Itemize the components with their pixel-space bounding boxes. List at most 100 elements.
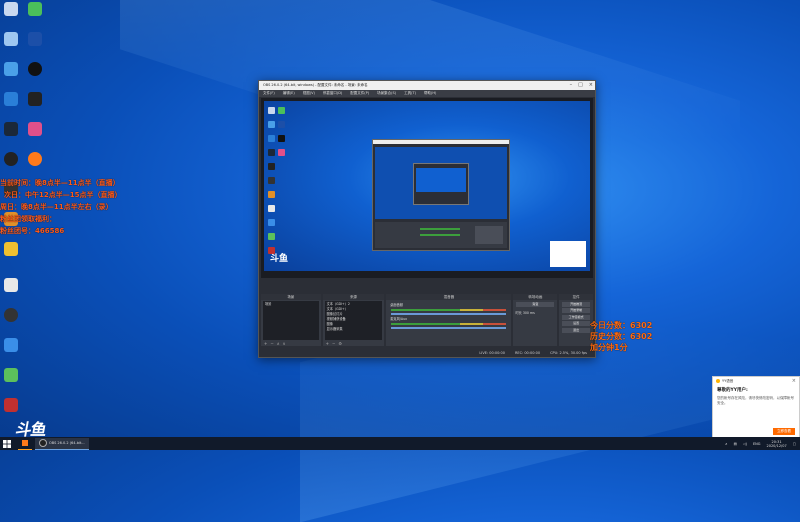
menu-tools[interactable]: 工具(T) xyxy=(404,91,416,96)
desktop-icon[interactable] xyxy=(0,338,22,366)
taskbar-app-label: OBS 26.0.2 (64-bit... xyxy=(49,441,85,445)
preview-desktop: 斗鱼 xyxy=(264,101,590,271)
exit-button[interactable]: 退出 xyxy=(562,327,591,333)
desktop-icon[interactable] xyxy=(24,92,46,120)
desktop-icon[interactable] xyxy=(24,32,46,60)
menu-file[interactable]: 文件(F) xyxy=(263,91,275,96)
preview-icon xyxy=(268,107,275,114)
minimize-icon[interactable]: – xyxy=(570,82,573,88)
desktop-icon[interactable] xyxy=(0,278,22,306)
sources-list[interactable]: 文本（GDI+）2 文本（GDI+） 图像幻灯片 视频捕获设备 图像 显示器采集 xyxy=(324,301,383,340)
menu-view[interactable]: 视图(V) xyxy=(303,91,315,96)
view-now-button[interactable]: 立即查看 xyxy=(773,428,795,435)
remove-icon[interactable]: − xyxy=(270,341,273,346)
volume-slider[interactable] xyxy=(391,313,507,315)
scenes-dock: 场景 场景 + − ∧ ∨ xyxy=(261,294,321,346)
duration-input[interactable]: 300 ms xyxy=(523,311,535,315)
desktop-icon[interactable] xyxy=(24,152,46,180)
desktop-icon[interactable] xyxy=(0,122,22,150)
cpu-status: CPU: 2.5%, 30.00 fps xyxy=(550,350,587,355)
desktop-icon[interactable] xyxy=(0,92,22,120)
preview-icon xyxy=(268,219,275,226)
bonus-text: 加分钟1分 xyxy=(590,343,628,352)
close-icon[interactable]: × xyxy=(589,82,593,88)
app-icon xyxy=(4,368,18,382)
preview-icon xyxy=(278,121,285,128)
studio-mode-button[interactable]: 工作室模式 xyxy=(562,314,591,320)
up-icon[interactable]: ∧ xyxy=(277,341,280,346)
volume-slider[interactable] xyxy=(391,327,507,329)
chevron-up-icon[interactable]: ∧ xyxy=(725,442,728,446)
desktop-icon[interactable] xyxy=(0,368,22,396)
app-icon xyxy=(4,32,18,46)
close-icon[interactable]: × xyxy=(792,378,796,384)
desktop-icon[interactable] xyxy=(0,152,22,180)
desktop-icon[interactable] xyxy=(24,122,46,150)
notification-icon[interactable]: ▢ xyxy=(793,442,796,446)
nested-preview-2 xyxy=(416,168,466,192)
obs-window[interactable]: OBS 26.0.2 (64-bit, windows) - 配置文件: 未命名… xyxy=(258,80,596,358)
desktop-icon[interactable] xyxy=(0,62,22,90)
volume-meter xyxy=(391,323,507,325)
desktop-icon[interactable] xyxy=(0,32,22,60)
source-item[interactable]: 显示器采集 xyxy=(325,326,383,331)
desktop-icon[interactable] xyxy=(24,2,46,30)
schedule-text-1: 当前时间：晚8点半—11点半（直播） xyxy=(0,179,120,187)
language-indicator[interactable]: ENG xyxy=(753,442,761,446)
preview-icon xyxy=(268,205,275,212)
network-icon[interactable]: ▤ xyxy=(734,442,737,446)
desktop-icon[interactable] xyxy=(0,2,22,30)
menu-docks[interactable]: 停靠窗口(D) xyxy=(323,91,342,96)
preview-icon xyxy=(278,149,285,156)
preview-icon xyxy=(268,191,275,198)
volume-icon[interactable]: ◁) xyxy=(743,442,747,446)
popup-title: 尊敬的YY用户: xyxy=(717,388,748,393)
obs-menu-bar: 文件(F) 编辑(E) 视图(V) 停靠窗口(D) 配置文件(P) 场景集合(S… xyxy=(259,90,595,97)
obs-title-bar[interactable]: OBS 26.0.2 (64-bit, windows) - 配置文件: 未命名… xyxy=(259,81,595,90)
menu-scene-collection[interactable]: 场景集合(S) xyxy=(377,91,396,96)
notification-popup[interactable]: YY语音 × 尊敬的YY用户: 您的帐号存在风险，请尽快修改密码，以保障帐号安全… xyxy=(712,376,800,440)
remove-icon[interactable]: − xyxy=(332,341,335,346)
desktop-icon[interactable] xyxy=(24,62,46,90)
start-recording-button[interactable]: 开始录制 xyxy=(562,308,591,313)
desktop-icon[interactable] xyxy=(0,242,22,270)
app-icon xyxy=(4,2,18,16)
clock[interactable]: 20:31 2020/12/07 xyxy=(767,440,787,448)
app-icon xyxy=(28,122,42,136)
app-icon xyxy=(4,338,18,352)
scene-item[interactable]: 场景 xyxy=(263,301,319,306)
obs-status-bar: LIVE: 00:00:00 REC: 00:00:00 CPU: 2.5%, … xyxy=(259,348,595,357)
preview-logo: 斗鱼 xyxy=(270,254,289,264)
settings-button[interactable]: 设置 xyxy=(562,321,591,326)
taskbar-app-obs[interactable]: OBS 26.0.2 (64-bit... xyxy=(35,437,89,450)
duration-label: 时长 xyxy=(515,311,522,315)
yy-icon xyxy=(716,379,720,383)
start-button[interactable] xyxy=(0,437,14,450)
system-tray: ∧ ▤ ◁) ENG 20:31 2020/12/07 ▢ xyxy=(725,437,796,450)
schedule-text-3: 周日：晚8点半—11点半左右（录） xyxy=(0,203,113,211)
transition-select[interactable]: 渐变 xyxy=(516,302,555,307)
menu-profile[interactable]: 配置文件(P) xyxy=(350,91,369,96)
preview-icon xyxy=(268,149,275,156)
add-icon[interactable]: + xyxy=(264,341,267,346)
live-status: LIVE: 00:00:00 xyxy=(479,350,505,355)
add-icon[interactable]: + xyxy=(326,341,329,346)
scenes-header: 场景 xyxy=(261,294,321,300)
down-icon[interactable]: ∨ xyxy=(283,341,286,346)
popup-app-name: YY语音 xyxy=(722,378,734,383)
maximize-icon[interactable]: □ xyxy=(578,82,583,88)
menu-edit[interactable]: 编辑(E) xyxy=(283,91,295,96)
controls-dock: 控件 开始推流 开始录制 工作室模式 设置 退出 xyxy=(559,294,594,346)
start-streaming-button[interactable]: 开始推流 xyxy=(562,301,591,307)
wechat-icon xyxy=(28,2,42,16)
app-icon xyxy=(4,62,18,76)
obs-icon xyxy=(4,152,18,166)
scenes-list[interactable]: 场景 xyxy=(263,301,319,340)
menu-help[interactable]: 帮助(H) xyxy=(424,91,436,96)
app-icon xyxy=(28,32,42,46)
taskbar: OBS 26.0.2 (64-bit... ∧ ▤ ◁) ENG 20:31 2… xyxy=(0,437,800,450)
settings-icon[interactable]: ⚙ xyxy=(338,341,342,346)
obs-preview[interactable]: 斗鱼 xyxy=(261,98,593,278)
desktop-icon[interactable] xyxy=(0,308,22,336)
taskbar-app-douyu[interactable] xyxy=(18,438,32,450)
